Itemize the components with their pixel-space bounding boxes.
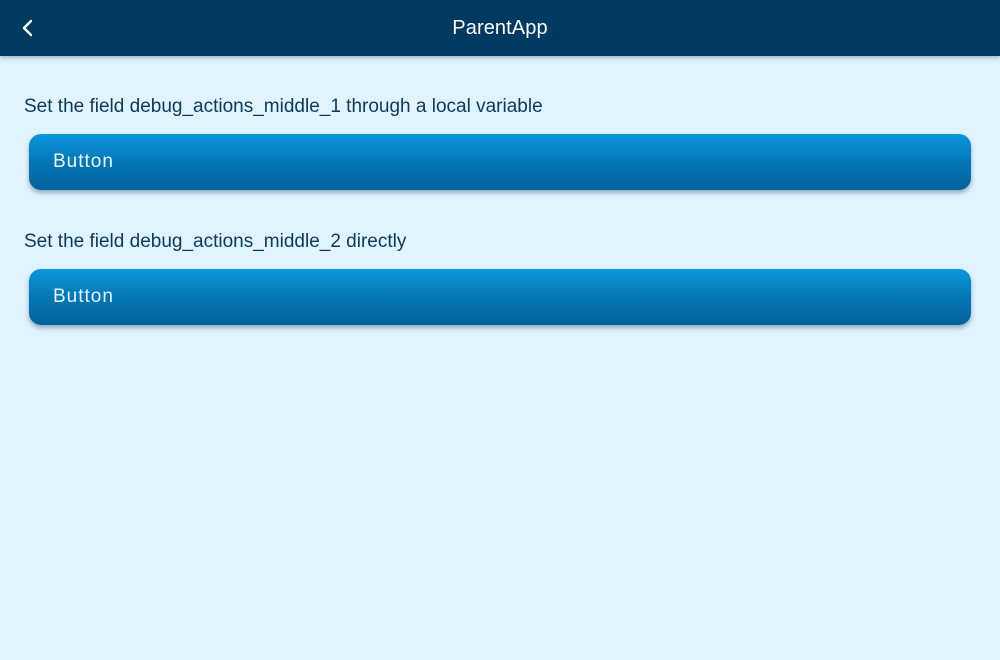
- page-title: ParentApp: [452, 16, 548, 39]
- main-content: Set the field debug_actions_middle_1 thr…: [0, 56, 1000, 660]
- button-label: Button: [53, 151, 114, 172]
- button-label: Button: [53, 286, 114, 307]
- app-bar: ParentApp: [0, 0, 1000, 56]
- chevron-left-icon: [22, 19, 33, 37]
- back-button[interactable]: [12, 12, 44, 44]
- set-field-directly-button[interactable]: Button: [29, 269, 971, 325]
- section-label: Set the field debug_actions_middle_2 dir…: [24, 231, 407, 252]
- set-field-local-variable-button[interactable]: Button: [29, 134, 971, 190]
- section-label: Set the field debug_actions_middle_1 thr…: [24, 96, 543, 117]
